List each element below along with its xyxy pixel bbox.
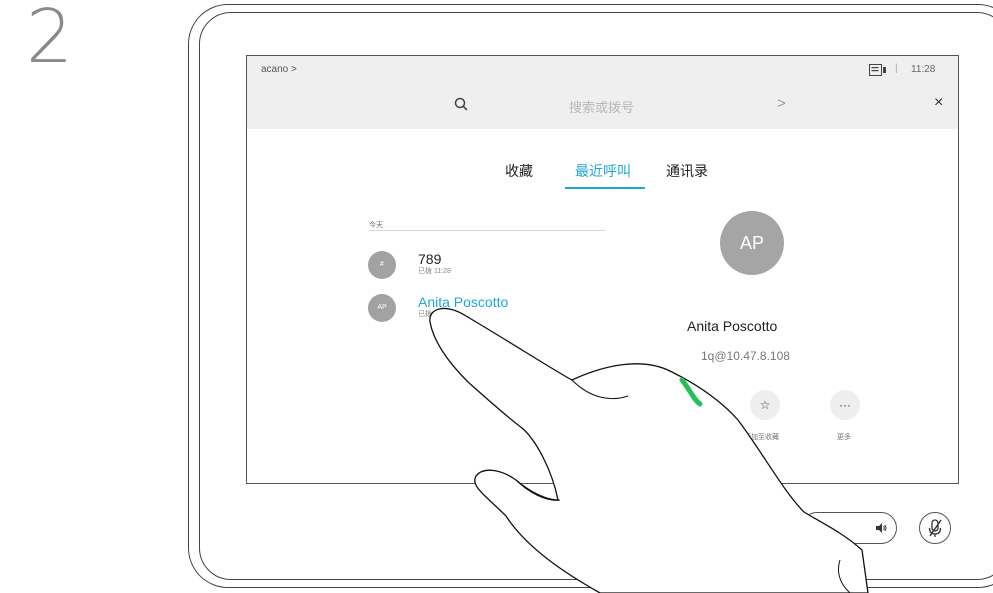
recent-item-subtitle: 已拨 11:28 [418, 268, 451, 275]
recent-item-title: Anita Poscotto [418, 294, 509, 310]
tab-favorites[interactable]: 收藏 [505, 161, 533, 181]
step-number: 2 [26, 0, 74, 80]
section-divider [369, 230, 605, 231]
device-screen: acano > | 11:28 搜索或拨号 > × 收藏 最近呼叫 通讯录 今天 [246, 55, 959, 484]
add-to-favorites-button[interactable]: ☆ [750, 390, 780, 420]
breadcrumb[interactable]: acano > [261, 64, 297, 75]
contact-avatar: AP [720, 211, 784, 275]
contact-name: Anita Poscotto [687, 318, 778, 334]
speaker-icon [876, 523, 887, 533]
tab-recents[interactable]: 最近呼叫 [575, 161, 631, 181]
more-icon: ··· [839, 398, 851, 412]
avatar: # [368, 251, 396, 279]
recent-item-subtitle: 已拨 [418, 311, 432, 318]
page: 2 acano > | 11:28 搜索或拨号 > × 收藏 最近呼叫 通讯录 … [0, 0, 993, 593]
call-button[interactable] [688, 389, 702, 403]
avatar: AP [368, 294, 396, 322]
more-button[interactable]: ··· [830, 390, 860, 420]
more-label: 更多 [837, 434, 851, 441]
add-to-favorites-label: 添加至收藏 [744, 434, 779, 441]
clock: 11:28 [911, 64, 936, 75]
microphone-muted-icon [928, 519, 942, 537]
top-bar: acano > | 11:28 搜索或拨号 > × [247, 56, 958, 129]
volume-control[interactable] [801, 512, 897, 544]
mute-button[interactable] [919, 512, 951, 544]
recent-item-title: 789 [418, 251, 442, 267]
video-camera-icon[interactable] [869, 64, 887, 76]
section-label-today: 今天 [369, 222, 383, 229]
tab-directory[interactable]: 通讯录 [666, 161, 708, 181]
tab-bar: 收藏 最近呼叫 通讯录 [247, 161, 958, 191]
clock-separator: | [895, 63, 898, 74]
search-input[interactable]: 搜索或拨号 [569, 97, 634, 116]
search-icon [454, 97, 468, 111]
search-go-button[interactable]: > [777, 95, 786, 112]
active-tab-indicator [565, 187, 645, 189]
close-button[interactable]: × [934, 94, 943, 112]
star-icon: ☆ [759, 398, 771, 412]
contact-address: 1q@10.47.8.108 [701, 349, 790, 363]
